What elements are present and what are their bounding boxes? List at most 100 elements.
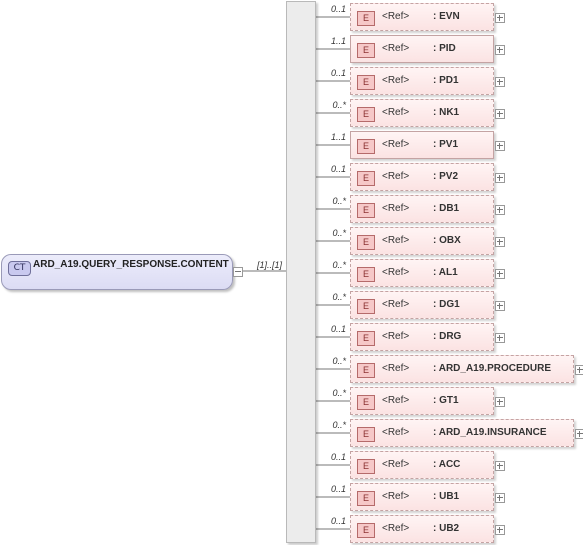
element-badge: E <box>357 523 375 538</box>
element-ref-box[interactable]: E <Ref> : PD1 <box>350 67 494 95</box>
complex-type-badge: CT <box>8 261 31 276</box>
ref-label: <Ref> <box>382 267 410 278</box>
element-multiplicity: 1..1 <box>330 36 346 46</box>
ref-label: <Ref> <box>382 75 410 86</box>
root-type-name: ARD_A19.QUERY_RESPONSE.CONTENT <box>33 259 229 270</box>
element-ref-box[interactable]: E <Ref>: DB1 <box>350 195 494 223</box>
element-multiplicity: 0..1 <box>330 452 346 462</box>
element-name: : PV1 <box>433 139 459 150</box>
element-ref-box[interactable]: E <Ref> : DG1 <box>350 291 494 319</box>
element-multiplicity: 0..* <box>332 356 346 366</box>
element-multiplicity: 0..1 <box>330 4 346 14</box>
element-badge: E <box>357 139 375 154</box>
ref-label: <Ref> <box>382 11 410 22</box>
element-ref-box[interactable]: E <Ref> : EVN <box>350 3 494 31</box>
element-name: : UB2 <box>433 523 460 534</box>
root-complex-type[interactable]: CT ARD_A19.QUERY_RESPONSE.CONTENT <box>1 254 233 290</box>
expand-icon[interactable] <box>575 429 583 439</box>
element-ref-box[interactable]: E <Ref>: AL1 <box>350 259 494 287</box>
element-ref-box[interactable]: E <Ref>: ACC <box>350 451 494 479</box>
ref-label: <Ref> <box>382 203 410 214</box>
element-name: : PID <box>433 43 456 54</box>
element-multiplicity: 0..1 <box>330 516 346 526</box>
element-name: : DG1 <box>433 299 460 310</box>
expand-icon[interactable] <box>495 173 505 183</box>
element-ref-box[interactable]: E <Ref>: NK1 <box>350 99 494 127</box>
expand-icon[interactable] <box>495 45 505 55</box>
root-collapse-icon[interactable] <box>233 267 243 277</box>
element-badge: E <box>357 395 375 410</box>
expand-icon[interactable] <box>495 525 505 535</box>
element-badge: E <box>357 107 375 122</box>
expand-icon[interactable] <box>495 77 505 87</box>
element-multiplicity: 0..1 <box>330 164 346 174</box>
element-badge: E <box>357 203 375 218</box>
expand-icon[interactable] <box>495 397 505 407</box>
element-name: : ACC <box>433 459 461 470</box>
element-badge: E <box>357 331 375 346</box>
element-name: : DRG <box>433 331 462 342</box>
ref-label: <Ref> <box>382 427 410 438</box>
expand-icon[interactable] <box>495 301 505 311</box>
expand-icon[interactable] <box>495 141 505 151</box>
element-name: : EVN <box>433 11 460 22</box>
expand-icon[interactable] <box>495 13 505 23</box>
expand-icon[interactable] <box>495 205 505 215</box>
ref-label: <Ref> <box>382 363 410 374</box>
ref-label: <Ref> <box>382 331 410 342</box>
element-ref-box[interactable]: E <Ref>: PID <box>350 35 494 63</box>
element-ref-box[interactable]: E <Ref> : ARD_A19.PROCEDURE <box>350 355 574 383</box>
ref-label: <Ref> <box>382 459 410 470</box>
ref-label: <Ref> <box>382 43 410 54</box>
ref-label: <Ref> <box>382 107 410 118</box>
element-multiplicity: 0..* <box>332 196 346 206</box>
element-ref-box[interactable]: E <Ref> : PV1 <box>350 131 494 159</box>
element-multiplicity: 0..1 <box>330 68 346 78</box>
element-badge: E <box>357 427 375 442</box>
ref-label: <Ref> <box>382 491 410 502</box>
ref-label: <Ref> <box>382 171 410 182</box>
element-badge: E <box>357 171 375 186</box>
element-multiplicity: 0..* <box>332 292 346 302</box>
element-multiplicity: 0..* <box>332 228 346 238</box>
element-multiplicity: 0..* <box>332 420 346 430</box>
expand-icon[interactable] <box>495 269 505 279</box>
expand-icon[interactable] <box>495 333 505 343</box>
expand-icon[interactable] <box>495 109 505 119</box>
element-multiplicity: 0..* <box>332 100 346 110</box>
expand-icon[interactable] <box>495 237 505 247</box>
element-name: : PD1 <box>433 75 459 86</box>
element-name: : ARD_A19.INSURANCE <box>433 427 547 438</box>
root-multiplicity: [1]..[1] <box>257 260 283 270</box>
element-badge: E <box>357 299 375 314</box>
expand-icon[interactable] <box>575 365 583 375</box>
element-ref-box[interactable]: E <Ref> : GT1 <box>350 387 494 415</box>
element-badge: E <box>357 363 375 378</box>
element-name: : AL1 <box>433 267 458 278</box>
element-badge: E <box>357 75 375 90</box>
element-ref-box[interactable]: E <Ref> : UB1 <box>350 483 494 511</box>
element-badge: E <box>357 11 375 26</box>
element-ref-box[interactable]: E <Ref>: UB2 <box>350 515 494 543</box>
expand-icon[interactable] <box>495 461 505 471</box>
ref-label: <Ref> <box>382 395 410 406</box>
expand-icon[interactable] <box>495 493 505 503</box>
element-badge: E <box>357 491 375 506</box>
element-ref-box[interactable]: E <Ref>: OBX <box>350 227 494 255</box>
ref-label: <Ref> <box>382 299 410 310</box>
element-name: : OBX <box>433 235 461 246</box>
element-name: : PV2 <box>433 171 459 182</box>
element-ref-box[interactable]: E <Ref> : DRG <box>350 323 494 351</box>
element-multiplicity: 0..* <box>332 388 346 398</box>
element-ref-box[interactable]: E <Ref> : ARD_A19.INSURANCE <box>350 419 574 447</box>
element-multiplicity: 1..1 <box>330 132 346 142</box>
element-name: : UB1 <box>433 491 460 502</box>
element-multiplicity: 0..1 <box>330 324 346 334</box>
element-name: : ARD_A19.PROCEDURE <box>433 363 551 374</box>
ref-label: <Ref> <box>382 235 410 246</box>
element-multiplicity: 0..1 <box>330 484 346 494</box>
element-name: : GT1 <box>433 395 459 406</box>
ref-label: <Ref> <box>382 139 410 150</box>
element-multiplicity: 0..* <box>332 260 346 270</box>
element-ref-box[interactable]: E <Ref> : PV2 <box>350 163 494 191</box>
